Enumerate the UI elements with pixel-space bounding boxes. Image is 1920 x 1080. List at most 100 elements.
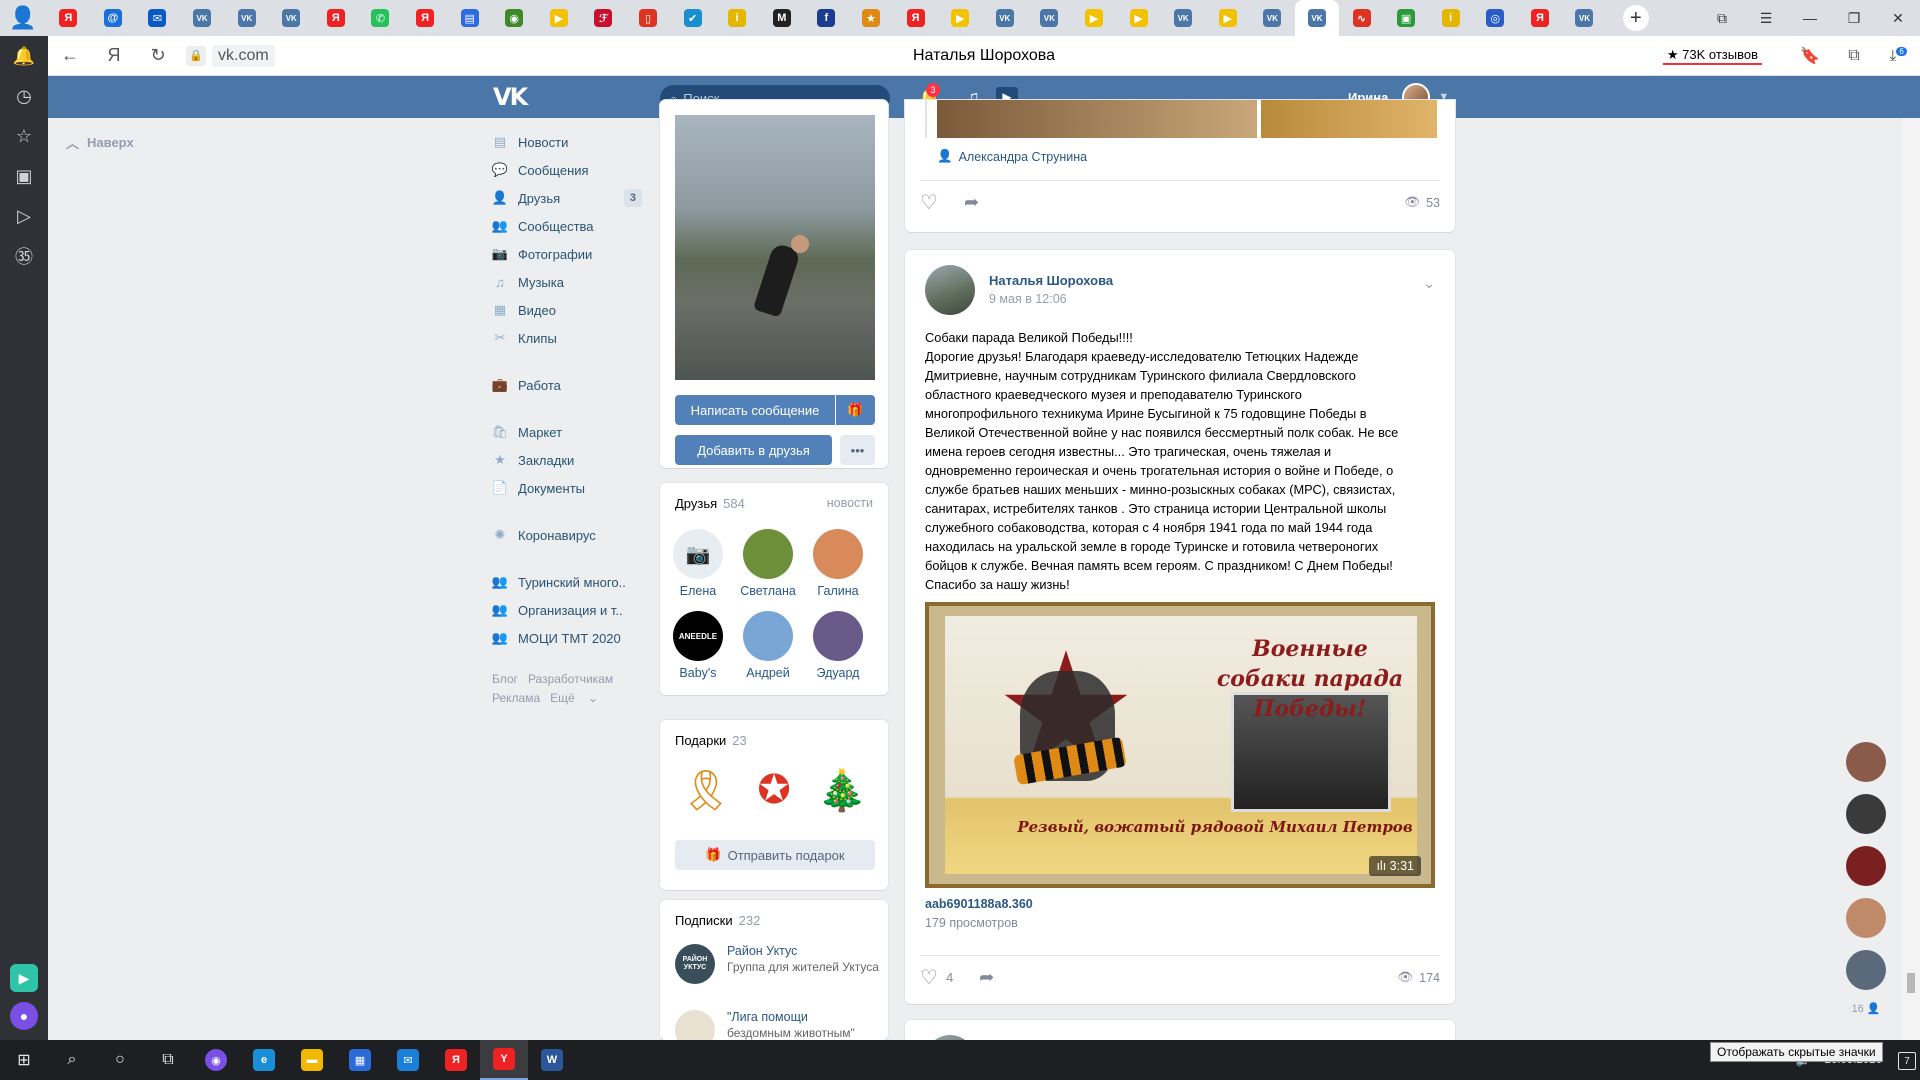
taskbar-app[interactable]: W (528, 1040, 576, 1080)
menu-item[interactable]: 👥 Организация и т.. (492, 596, 642, 624)
scroll-to-top-button[interactable]: ︿ Наверх (66, 133, 134, 152)
browser-tab[interactable]: VK (269, 0, 314, 36)
post-photo-thumbs[interactable] (937, 100, 1437, 138)
vk-logo[interactable]: VK (493, 83, 529, 111)
menu-item[interactable]: 💼 Работа (492, 371, 642, 399)
like-button[interactable]: ♡ (920, 190, 938, 215)
more-link[interactable]: Ещё ⌄ (550, 691, 598, 705)
scrollbar-thumb[interactable] (1907, 973, 1915, 993)
menu-item[interactable]: 🛍 Маркет (492, 418, 642, 446)
friends-header[interactable]: Друзья 584 (675, 496, 745, 511)
browser-tab[interactable]: ▣ (1384, 0, 1429, 36)
friend-item[interactable]: Светлана (736, 529, 800, 598)
menu-item[interactable]: ▦ Видео (492, 296, 642, 324)
calendar-icon[interactable]: ㉟ (0, 236, 48, 276)
cortana-circle-icon[interactable]: ○ (96, 1040, 144, 1080)
browser-tab[interactable]: VK (1250, 0, 1295, 36)
search-taskbar-icon[interactable]: ⌕ (48, 1040, 96, 1080)
browser-tab[interactable]: ◎ (1473, 0, 1518, 36)
messenger-icon[interactable]: ▶ (10, 964, 38, 992)
downloads-icon[interactable]: ⤓ 6 (1876, 46, 1920, 65)
bell-icon[interactable]: 🔔 (0, 36, 48, 76)
taskbar-app[interactable]: Я (432, 1040, 480, 1080)
gift-icon[interactable]: 🎁 (836, 395, 875, 425)
browser-tab[interactable]: ✉ (135, 0, 180, 36)
reload-button[interactable]: ↻ (136, 45, 180, 66)
browser-tab[interactable]: ▶ (537, 0, 582, 36)
menu-item[interactable]: 👤 Друзья 3 (492, 184, 642, 212)
chat-avatar[interactable] (1846, 898, 1886, 938)
minimize-button[interactable]: — (1788, 10, 1832, 26)
send-gift-button[interactable]: 🎁 Отправить подарок (675, 840, 875, 870)
tabs-menu-icon[interactable]: ⧉ (1700, 10, 1744, 27)
media-play-icon[interactable]: ▷ (0, 196, 48, 236)
browser-tab[interactable]: i (715, 0, 760, 36)
friend-item[interactable]: 📷 Елена (666, 529, 730, 598)
taskbar-app[interactable]: ◉ (192, 1040, 240, 1080)
task-view-icon[interactable]: ⧉ (144, 1040, 192, 1080)
share-icon[interactable]: ➦ (979, 967, 994, 988)
browser-tab[interactable]: VK (1294, 0, 1340, 36)
share-icon[interactable]: ➦ (964, 192, 979, 213)
menu-item[interactable]: ♫ Музыка (492, 268, 642, 296)
browser-tab[interactable]: i (1428, 0, 1473, 36)
browser-tab[interactable]: VK (982, 0, 1027, 36)
menu-item[interactable]: ✺ Коронавирус (492, 521, 642, 549)
browser-tab[interactable]: VK (1161, 0, 1206, 36)
browser-tab[interactable]: ▤ (447, 0, 492, 36)
browser-tab[interactable]: Я (893, 0, 938, 36)
developers-link[interactable]: Разработчикам (528, 672, 613, 686)
browser-tab[interactable]: @ (91, 0, 136, 36)
chat-avatar[interactable] (1846, 794, 1886, 834)
browser-tab[interactable]: VK (180, 0, 225, 36)
ads-link[interactable]: Реклама (492, 691, 540, 705)
collections-icon[interactable]: ▣ (0, 156, 48, 196)
menu-item[interactable]: ★ Закладки (492, 446, 642, 474)
url-text[interactable]: vk.com (212, 44, 275, 67)
menu-item[interactable]: 📷 Фотографии (492, 240, 642, 268)
browser-tab[interactable]: ▶ (1072, 0, 1117, 36)
browser-tab[interactable]: ◉ (492, 0, 537, 36)
browser-tab[interactable]: VK (224, 0, 269, 36)
add-friend-button[interactable]: Добавить в друзья (675, 435, 832, 465)
windows-start-icon[interactable]: ⊞ (0, 1040, 48, 1080)
browser-tab[interactable]: ✔ (670, 0, 715, 36)
post-author[interactable]: Наталья Шорохова (989, 273, 1113, 288)
browser-tab[interactable]: ℱ (581, 0, 626, 36)
chat-avatar[interactable] (1846, 742, 1886, 782)
menu-item[interactable]: 👥 Сообщества (492, 212, 642, 240)
gift-ribbon[interactable]: 🎗 (678, 760, 734, 820)
post-date[interactable]: 9 мая в 12:06 (989, 292, 1067, 306)
gift-tree[interactable]: 🎄 (814, 760, 870, 820)
browser-tab[interactable]: ✆ (358, 0, 403, 36)
write-message-button[interactable]: Написать сообщение (675, 395, 835, 425)
browser-tab[interactable]: VK (1027, 0, 1072, 36)
friends-updates-link[interactable]: новости (827, 496, 873, 510)
chat-avatar[interactable] (1846, 950, 1886, 990)
alice-icon[interactable]: ● (10, 1002, 38, 1030)
tagged-person[interactable]: 👤 Александра Струнина (937, 149, 1087, 164)
chat-avatar[interactable] (1846, 846, 1886, 886)
taskbar-app[interactable]: Y (480, 1040, 528, 1080)
history-icon[interactable]: ◷ (0, 76, 48, 116)
post-menu-chevron-icon[interactable]: ⌄ (1423, 275, 1435, 292)
browser-tab[interactable]: f (804, 0, 849, 36)
browser-tab[interactable]: M (760, 0, 805, 36)
gifts-header[interactable]: Подарки 23 (675, 733, 747, 748)
like-button[interactable]: ♡ 4 (920, 965, 953, 990)
reviews-button[interactable]: ★ 73K отзывов (1662, 47, 1762, 65)
menu-item[interactable]: 💬 Сообщения (492, 156, 642, 184)
menu-item[interactable]: ✂ Клипы (492, 324, 642, 352)
browser-profile-icon[interactable]: 👤 (0, 0, 46, 36)
friend-item[interactable]: ANEEDLE Baby's (666, 611, 730, 680)
video-attachment[interactable]: ★ Военные собаки парада Победы! Резвый, … (925, 602, 1435, 888)
blog-link[interactable]: Блог (492, 672, 518, 686)
taskbar-app[interactable]: ✉ (384, 1040, 432, 1080)
browser-tab[interactable]: Я (403, 0, 448, 36)
menu-item[interactable]: 📄 Документы (492, 474, 642, 502)
subscriptions-header[interactable]: Подписки 232 (675, 913, 760, 928)
online-friends-count[interactable]: 16 👤 (1841, 1002, 1891, 1015)
browser-tab[interactable]: ▯ (626, 0, 671, 36)
subscription-item[interactable]: РАЙОН УКТУС Район Уктус Группа для жителей… (675, 944, 879, 984)
taskbar-app[interactable]: ▦ (336, 1040, 384, 1080)
